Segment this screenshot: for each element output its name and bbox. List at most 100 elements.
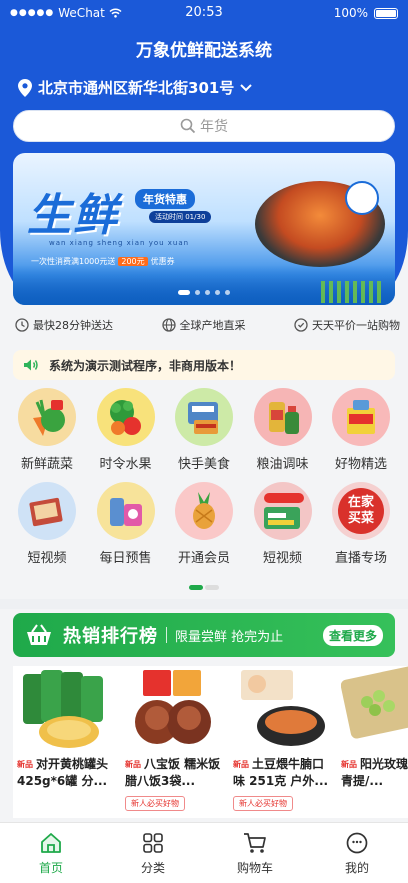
product-image [125,666,221,752]
status-bar: ●●●●● WeChat 20:53 100% [0,0,408,26]
ranking-subtitle: 限量尝鲜 抢完为止 [175,629,284,645]
category-label: 开通会员 [177,551,230,566]
hot-ranking-header: 热销排行榜 限量尝鲜 抢完为止 查看更多 [13,613,395,657]
live-badge-line: 在家 [347,495,374,510]
tab-label: 分类 [140,861,165,875]
grain-oil-icon [253,388,312,446]
ranking-divider [166,627,167,643]
banner-dot[interactable] [205,290,210,295]
feature-label: 天天平价一站购物 [312,319,400,332]
globe-icon [161,318,176,332]
category-selected-goods[interactable]: 好物精选 [325,388,397,482]
product-name: 新品阳光玫瑰葡萄/青提/... [341,756,408,790]
pager-dot[interactable] [189,585,203,590]
category-label: 直播专场 [334,551,387,566]
product-tag: 新人必买好物 [125,796,185,811]
feature-item: 最快28分钟送达 [15,317,113,333]
tab-profile[interactable]: 我的 [306,823,408,883]
ranking-title: 热销排行榜 [63,626,158,647]
home-icon [41,833,61,853]
new-badge: 新品 [233,760,249,769]
promo-seal-icon [345,181,379,215]
banner-promo-badge: 200元 [118,257,148,266]
feature-item: 天天平价一站购物 [294,317,400,333]
banner-promo-suffix: 优惠券 [150,257,175,266]
location-pin-icon [18,78,32,97]
bottom-tab-bar: 首页 分类 购物车 我的 [0,822,408,883]
feature-label: 全球产地直采 [179,319,246,332]
category-label: 新鲜蔬菜 [20,457,73,472]
live-badge-line: 买菜 [347,511,374,526]
vegetables-icon [18,388,76,446]
product-image [17,666,113,752]
category-label: 好物精选 [334,457,387,472]
location-selector[interactable]: 北京市通州区新华北街301号 [18,77,253,98]
banner-dot[interactable] [178,290,190,295]
notice-text: 系统为演示测试程序，非商用版本！ [49,358,242,373]
pineapple-icon [175,482,233,540]
banner-headline: 生鲜 [27,190,119,241]
speaker-icon [24,359,38,371]
app-title: 万象优鲜配送系统 [136,41,272,61]
category-label: 时令水果 [99,457,152,472]
category-pager [0,585,408,590]
product-name: 新品 八宝饭 糯米饭腊八饭3袋... [125,756,225,790]
banner-dot[interactable] [195,290,200,295]
search-placeholder: 年货 [200,119,228,135]
banner-tag: 年货特惠 [135,189,195,209]
cart-icon [244,833,266,853]
tab-home[interactable]: 首页 [0,823,102,883]
view-more-button[interactable]: 查看更多 [322,625,383,646]
category-live-shopping[interactable]: 在家 买菜 直播专场 [325,482,397,576]
tab-label: 购物车 [236,861,273,875]
category-label: 每日预售 [99,551,152,566]
tab-label: 我的 [344,861,369,875]
product-scroller[interactable]: 新品 对开黄桃罐头425g*6罐 分... 新品 八宝饭 糯米饭腊八饭3袋... 新… [13,666,408,818]
quick-meal-icon [175,388,233,446]
feature-item: 全球产地直采 [161,317,246,333]
new-badge: 新品 [17,760,33,769]
promo-banner[interactable]: 生鲜 年货特惠 活动时间 01/30 wan xiang sheng xian … [13,153,395,305]
battery-percent: 100% [333,6,368,20]
tab-category[interactable]: 分类 [102,823,204,883]
search-icon [180,118,196,134]
category-membership[interactable]: 开通会员 [168,482,240,576]
basket-icon [27,624,51,645]
banner-dot[interactable] [225,290,230,295]
tab-cart[interactable]: 购物车 [204,823,306,883]
location-text: 北京市通州区新华北街301号 [38,79,235,97]
product-image [233,666,329,752]
product-card[interactable]: 新品 八宝饭 糯米饭腊八饭3袋... 新人必买好物 [125,666,225,811]
new-badge: 新品 [341,760,357,769]
banner-dot[interactable] [215,290,220,295]
banner-promo-prefix: 一次性消费满1000元送 [31,257,116,266]
category-daily-presale[interactable]: 每日预售 [90,482,162,576]
notice-bar[interactable]: 系统为演示测试程序，非商用版本！ [13,350,395,380]
category-fresh-vegetables[interactable]: 新鲜蔬菜 [11,388,83,482]
category-grain-oil[interactable]: 粮油调味 [247,388,319,482]
category-seasonal-fruit[interactable]: 时令水果 [90,388,162,482]
product-tag: 新人必买好物 [233,796,293,811]
flash-sale-icon [253,482,312,540]
banner-promo: 一次性消费满1000元送 200元 优惠券 [31,256,175,267]
live-badge: 在家 买菜 [338,488,384,534]
banner-romanization: wan xiang sheng xian you xuan [49,239,190,247]
feature-label: 最快28分钟送达 [33,319,113,332]
user-icon [346,832,368,854]
product-card[interactable]: 新品 对开黄桃罐头425g*6罐 分... [17,666,117,790]
presale-icon [96,482,155,540]
pager-dot[interactable] [205,585,219,590]
clock-icon [15,318,29,332]
banner-subtag: 活动时间 01/30 [149,211,212,223]
product-card[interactable]: 新品阳光玫瑰葡萄/青提/... [340,666,408,790]
category-quick-meals[interactable]: 快手美食 [168,388,240,482]
search-input[interactable]: 年货 [13,110,395,142]
category-short-video-2[interactable]: 短视频 [247,482,319,576]
grid-icon [143,833,163,853]
product-name: 新品 土豆煨牛腩口味 251克 户外... [233,756,333,790]
category-short-video[interactable]: 短视频 [11,482,83,576]
product-card[interactable]: 新品 土豆煨牛腩口味 251克 户外... 新人必买好物 [233,666,333,811]
battery-icon [374,7,398,19]
product-image [340,666,408,752]
category-label: 快手美食 [177,457,230,472]
